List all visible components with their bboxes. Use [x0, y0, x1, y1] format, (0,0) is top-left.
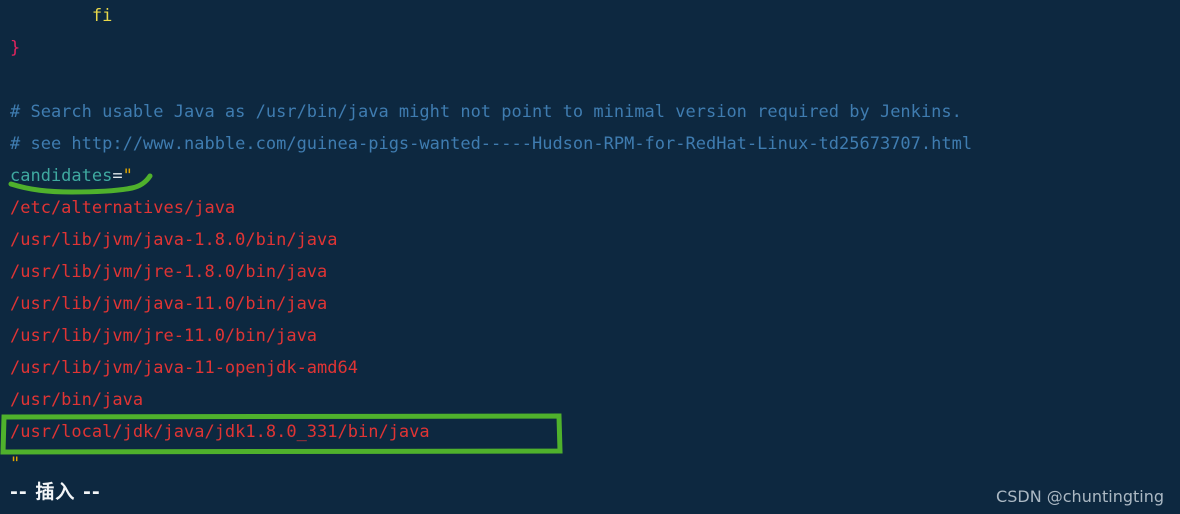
code-line[interactable]: /usr/lib/jvm/java-1.8.0/bin/java — [0, 224, 1180, 256]
code-line[interactable]: /usr/local/jdk/java/jdk1.8.0_331/bin/jav… — [0, 416, 1180, 448]
code-token-string: " — [122, 166, 133, 186]
code-token-var: candidates — [10, 166, 113, 186]
code-token-comment: # see http://www.nabble.com/guinea-pigs-… — [10, 134, 973, 154]
terminal-window: fi} # Search usable Java as /usr/bin/java… — [0, 0, 1180, 514]
editor-code-area[interactable]: fi} # Search usable Java as /usr/bin/java… — [0, 0, 1180, 480]
code-line[interactable]: /usr/lib/jvm/java-11-openjdk-amd64 — [0, 352, 1180, 384]
code-line[interactable]: } — [0, 32, 1180, 64]
code-line[interactable]: /usr/bin/java — [0, 384, 1180, 416]
code-line[interactable]: # Search usable Java as /usr/bin/java mi… — [0, 96, 1180, 128]
code-token-path: /usr/lib/jvm/java-1.8.0/bin/java — [10, 230, 338, 250]
code-token-string: " — [10, 454, 21, 474]
code-line[interactable]: /usr/lib/jvm/java-11.0/bin/java — [0, 288, 1180, 320]
code-token-path: /usr/lib/jvm/jre-1.8.0/bin/java — [10, 262, 328, 282]
vim-status-mode: -- 插入 -- — [10, 481, 101, 503]
code-token-comment: # Search usable Java as /usr/bin/java mi… — [10, 102, 962, 122]
code-line[interactable]: candidates=" — [0, 160, 1180, 192]
code-token-op: = — [112, 166, 123, 186]
code-token-path: /usr/lib/jvm/java-11.0/bin/java — [10, 294, 328, 314]
code-line[interactable]: /usr/lib/jvm/jre-11.0/bin/java — [0, 320, 1180, 352]
code-token-path: /etc/alternatives/java — [10, 198, 236, 218]
code-token-brace: } — [10, 38, 21, 58]
code-line[interactable]: " — [0, 448, 1180, 480]
code-token-path: /usr/bin/java — [10, 390, 144, 410]
code-token-path: /usr/lib/jvm/java-11-openjdk-amd64 — [10, 358, 358, 378]
csdn-watermark: CSDN @chuntingting — [996, 487, 1164, 506]
code-line[interactable]: /etc/alternatives/java — [0, 192, 1180, 224]
code-token-path: /usr/lib/jvm/jre-11.0/bin/java — [10, 326, 318, 346]
code-line[interactable]: /usr/lib/jvm/jre-1.8.0/bin/java — [0, 256, 1180, 288]
code-line[interactable]: # see http://www.nabble.com/guinea-pigs-… — [0, 128, 1180, 160]
code-token-path: /usr/local/jdk/java/jdk1.8.0_331/bin/jav… — [10, 422, 430, 442]
code-token-keyword: fi — [91, 6, 113, 26]
code-line[interactable] — [0, 64, 1180, 96]
code-line[interactable]: fi — [0, 0, 1180, 32]
